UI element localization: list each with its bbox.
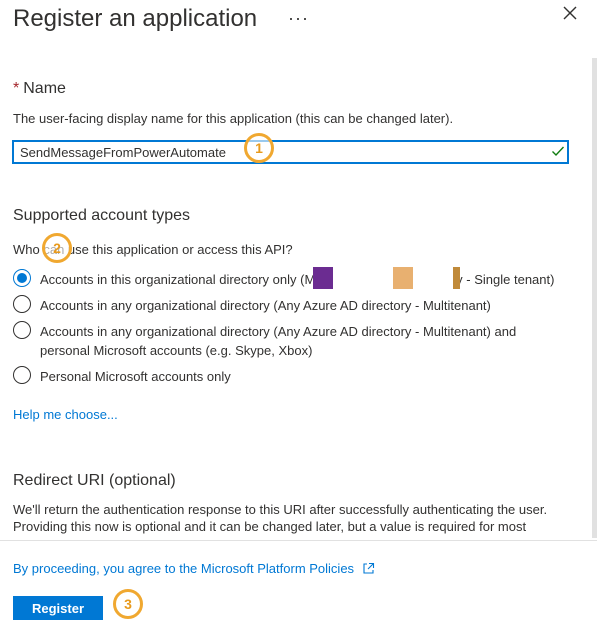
redacted-block bbox=[453, 267, 460, 289]
redacted-block bbox=[313, 267, 333, 289]
register-button[interactable]: Register bbox=[13, 596, 103, 620]
checkmark-icon bbox=[552, 146, 565, 157]
radio-label: Accounts in this organizational director… bbox=[40, 272, 555, 287]
name-description: The user-facing display name for this ap… bbox=[13, 111, 454, 126]
name-label: * Name bbox=[13, 80, 66, 97]
account-types-title: Supported account types bbox=[13, 207, 191, 224]
required-mark: * bbox=[13, 80, 20, 97]
callout-badge: 1 bbox=[244, 133, 274, 163]
redirect-uri-desc-line1: We'll return the authentication response… bbox=[13, 502, 548, 517]
name-input[interactable] bbox=[12, 140, 569, 164]
callout-badge: 2 bbox=[42, 233, 72, 263]
platform-policies-link[interactable]: By proceeding, you agree to the Microsof… bbox=[13, 561, 375, 576]
redacted-block bbox=[393, 267, 413, 289]
radio-button[interactable] bbox=[13, 295, 31, 313]
callout-badge: 3 bbox=[113, 589, 143, 619]
redirect-uri-title: Redirect URI (optional) bbox=[13, 472, 176, 489]
redirect-uri-desc-line2: Providing this now is optional and it ca… bbox=[13, 519, 527, 534]
page-title: Register an application bbox=[13, 5, 258, 32]
radio-label: Accounts in any organizational directory… bbox=[40, 324, 517, 358]
more-options-icon[interactable]: ··· bbox=[288, 4, 309, 32]
panel-header: Register an application ··· bbox=[13, 4, 597, 40]
radio-label: Personal Microsoft accounts only bbox=[40, 369, 231, 384]
radio-button[interactable] bbox=[13, 321, 31, 339]
external-link-icon bbox=[363, 562, 374, 574]
radio-label: Accounts in any organizational directory… bbox=[40, 298, 491, 313]
scrollbar[interactable] bbox=[592, 58, 597, 538]
radio-button[interactable] bbox=[13, 366, 31, 384]
help-me-choose-link[interactable]: Help me choose... bbox=[13, 407, 118, 422]
footer-divider bbox=[0, 540, 597, 541]
close-icon[interactable] bbox=[561, 4, 579, 22]
radio-button[interactable] bbox=[13, 269, 31, 287]
